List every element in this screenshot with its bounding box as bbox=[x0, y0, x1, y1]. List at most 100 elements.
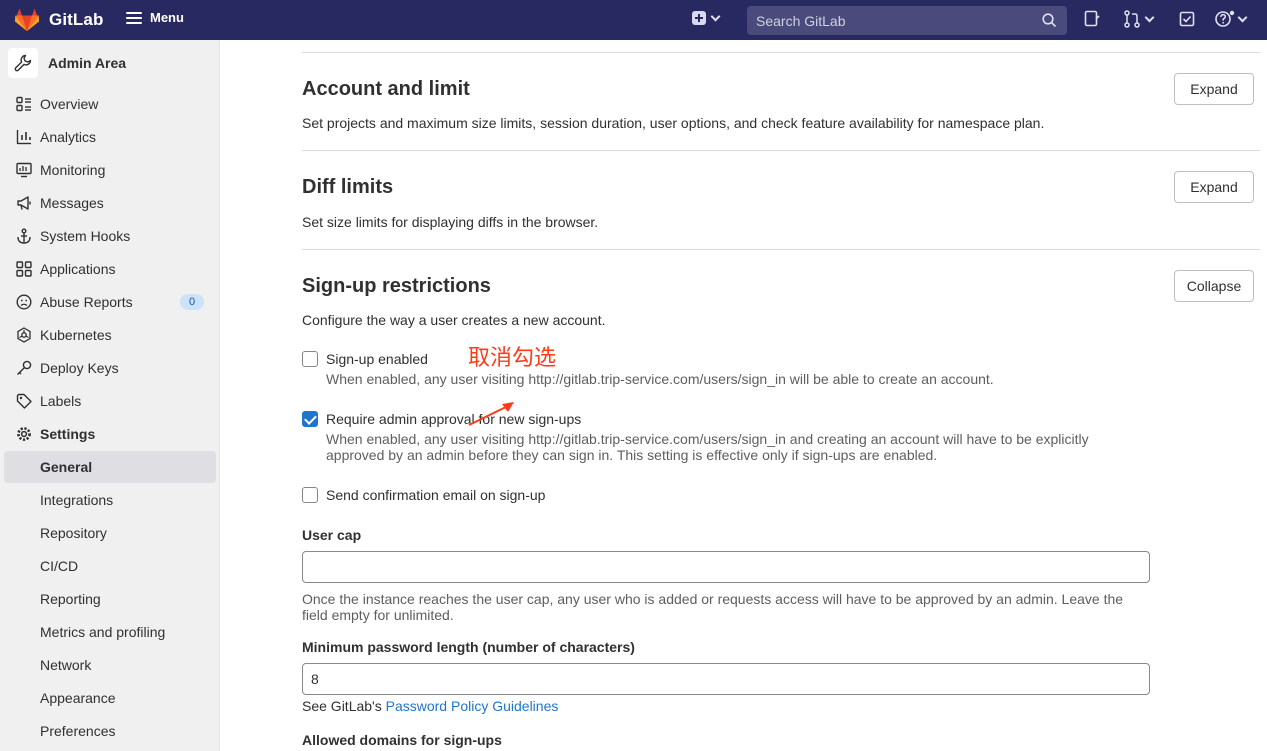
sidebar-subitem-network[interactable]: Network bbox=[4, 649, 216, 681]
sidebar-subitem-appearance[interactable]: Appearance bbox=[4, 682, 216, 714]
monitoring-icon bbox=[16, 162, 32, 178]
section-divider bbox=[302, 52, 1260, 53]
sidebar-subitem-label: Network bbox=[40, 657, 92, 673]
gitlab-logo[interactable]: GitLab bbox=[14, 8, 103, 32]
help-dropdown[interactable] bbox=[1215, 10, 1248, 28]
sidebar-item-label: Analytics bbox=[40, 129, 97, 145]
plus-square-icon bbox=[692, 11, 706, 25]
sidebar-item-label: Kubernetes bbox=[40, 327, 112, 343]
section-divider bbox=[302, 150, 1260, 151]
abuse-icon bbox=[16, 294, 32, 310]
app-name: GitLab bbox=[49, 10, 104, 29]
sidebar-item-labels[interactable]: Labels bbox=[4, 385, 216, 417]
help-icon bbox=[1215, 10, 1235, 27]
user-cap-help: Once the instance reaches the user cap, … bbox=[302, 591, 1124, 623]
sidebar-item-label: Monitoring bbox=[40, 162, 106, 178]
search-icon[interactable] bbox=[1042, 13, 1057, 28]
key-icon bbox=[16, 360, 32, 376]
menu-button[interactable]: Menu bbox=[126, 10, 184, 25]
require-admin-approval-checkbox[interactable] bbox=[302, 411, 318, 427]
sidebar-subitem-metrics-and-profiling[interactable]: Metrics and profiling bbox=[4, 616, 216, 648]
merge-requests-dropdown[interactable] bbox=[1124, 10, 1155, 28]
chevron-down-icon bbox=[1144, 12, 1155, 22]
annotation-text: 取消勾选 bbox=[468, 346, 557, 371]
sidebar-item-applications[interactable]: Applications bbox=[4, 253, 216, 285]
sidebar-item-system-hooks[interactable]: System Hooks bbox=[4, 220, 216, 252]
sidebar-subitem-label: Preferences bbox=[40, 723, 116, 739]
sidebar-header-title: Admin Area bbox=[48, 55, 127, 71]
gear-icon bbox=[16, 426, 32, 442]
section-description: Set size limits for displaying diffs in … bbox=[302, 214, 599, 230]
sidebar-subitem-reporting[interactable]: Reporting bbox=[4, 583, 216, 615]
collapse-signup-button[interactable]: Collapse bbox=[1174, 270, 1254, 302]
megaphone-icon bbox=[16, 195, 32, 211]
sidebar-subitem-repository[interactable]: Repository bbox=[4, 517, 216, 549]
annotation-arrow-icon bbox=[468, 402, 514, 426]
sidebar-subitem-integrations[interactable]: Integrations bbox=[4, 484, 216, 516]
anchor-icon bbox=[16, 228, 32, 244]
min-password-length-label: Minimum password length (number of chara… bbox=[302, 639, 635, 655]
issues-icon[interactable] bbox=[1084, 10, 1100, 28]
label-icon bbox=[16, 393, 32, 409]
sidebar-item-label: Settings bbox=[40, 426, 96, 442]
sidebar-item-kubernetes[interactable]: Kubernetes bbox=[4, 319, 216, 351]
sidebar-subitem-label: Appearance bbox=[40, 690, 116, 706]
sidebar-item-label: Deploy Keys bbox=[40, 360, 119, 376]
require-admin-approval-help: When enabled, any user visiting http://g… bbox=[326, 431, 1089, 463]
sidebar-item-label: Labels bbox=[40, 393, 82, 409]
password-policy-prefix: See GitLab's bbox=[302, 698, 386, 714]
kubernetes-icon bbox=[16, 327, 32, 343]
sidebar-subitem-label: Integrations bbox=[40, 492, 114, 508]
overview-icon bbox=[16, 96, 32, 112]
sidebar-item-abuse-reports[interactable]: Abuse Reports 0 bbox=[4, 286, 216, 318]
sidebar-subitem-cicd[interactable]: CI/CD bbox=[4, 550, 216, 582]
section-title-signup-restrictions: Sign-up restrictions bbox=[302, 275, 491, 297]
gitlab-tanuki-icon bbox=[15, 8, 39, 31]
top-navbar: GitLab Menu bbox=[0, 0, 1267, 40]
user-cap-label: User cap bbox=[302, 527, 362, 543]
sidebar-subitem-preferences[interactable]: Preferences bbox=[4, 715, 216, 747]
expand-diff-limits-button[interactable]: Expand bbox=[1174, 171, 1254, 203]
sidebar-item-deploy-keys[interactable]: Deploy Keys bbox=[4, 352, 216, 384]
search-input[interactable] bbox=[756, 12, 1026, 29]
new-dropdown-button[interactable] bbox=[692, 11, 721, 25]
search-box bbox=[747, 6, 1067, 35]
sidebar-item-overview[interactable]: Overview bbox=[4, 88, 216, 120]
require-admin-approval-label[interactable]: Require admin approval for new sign-ups bbox=[326, 411, 581, 427]
sidebar-item-monitoring[interactable]: Monitoring bbox=[4, 154, 216, 186]
chevron-down-icon bbox=[710, 11, 721, 21]
user-cap-input[interactable] bbox=[302, 551, 1150, 583]
sidebar-item-settings[interactable]: Settings bbox=[4, 418, 216, 450]
sidebar-subitem-general[interactable]: General bbox=[4, 451, 216, 483]
signup-enabled-checkbox[interactable] bbox=[302, 351, 318, 367]
todos-icon[interactable] bbox=[1179, 10, 1195, 28]
admin-wrench-icon bbox=[8, 48, 38, 78]
password-policy-link[interactable]: Password Policy Guidelines bbox=[386, 698, 559, 714]
settings-content: Account and limit Set projects and maxim… bbox=[220, 40, 1267, 751]
send-confirmation-email-label[interactable]: Send confirmation email on sign-up bbox=[326, 487, 545, 503]
sidebar-subitem-label: CI/CD bbox=[40, 558, 79, 574]
admin-sidebar: Admin Area Overview Analytics Monitoring… bbox=[0, 40, 220, 751]
send-confirmation-email-checkbox[interactable] bbox=[302, 487, 318, 503]
analytics-icon bbox=[16, 129, 32, 145]
applications-icon bbox=[16, 261, 32, 277]
password-policy-help: See GitLab's Password Policy Guidelines bbox=[302, 698, 1152, 714]
count-badge: 0 bbox=[180, 294, 204, 310]
section-divider bbox=[302, 249, 1260, 250]
signup-enabled-label[interactable]: Sign-up enabled bbox=[326, 351, 428, 367]
section-title-diff-limits: Diff limits bbox=[302, 176, 394, 198]
sidebar-item-analytics[interactable]: Analytics bbox=[4, 121, 216, 153]
sidebar-subitem-label: Repository bbox=[40, 525, 107, 541]
expand-account-button[interactable]: Expand bbox=[1174, 73, 1254, 105]
sidebar-subitem-label: General bbox=[40, 459, 93, 475]
sidebar-item-label: Abuse Reports bbox=[40, 294, 133, 310]
min-password-length-input[interactable] bbox=[302, 663, 1150, 695]
menu-label: Menu bbox=[150, 10, 184, 25]
signup-enabled-help: When enabled, any user visiting http://g… bbox=[326, 371, 994, 387]
sidebar-item-label: System Hooks bbox=[40, 228, 131, 244]
allowed-domains-label: Allowed domains for sign-ups bbox=[302, 732, 502, 748]
merge-request-icon bbox=[1124, 10, 1140, 28]
sidebar-item-messages[interactable]: Messages bbox=[4, 187, 216, 219]
sidebar-header[interactable]: Admin Area bbox=[8, 48, 126, 78]
section-description: Configure the way a user creates a new a… bbox=[302, 312, 606, 328]
